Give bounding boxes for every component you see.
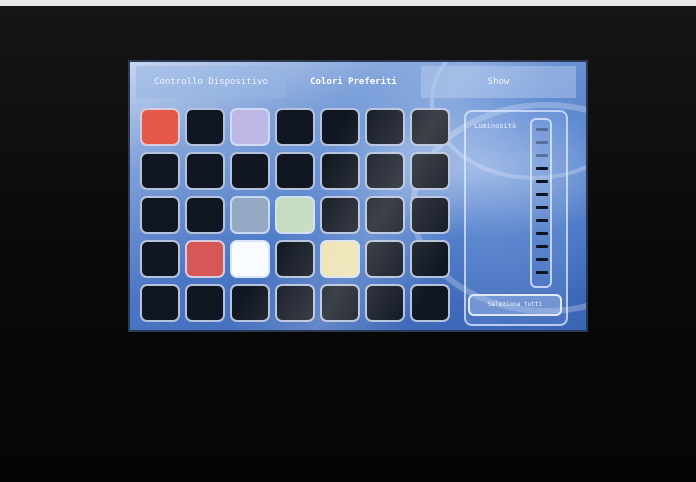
slider-tick: [536, 232, 548, 235]
slider-tick: [536, 154, 548, 157]
color-swatch[interactable]: [275, 152, 315, 190]
touch-screen: Controllo Dispositivo Colori Preferiti S…: [128, 60, 588, 332]
color-swatch[interactable]: [365, 152, 405, 190]
color-swatch[interactable]: [230, 284, 270, 322]
color-swatch[interactable]: [185, 152, 225, 190]
color-swatch[interactable]: [230, 196, 270, 234]
color-swatch[interactable]: [275, 240, 315, 278]
color-swatch[interactable]: [185, 240, 225, 278]
brightness-panel: Luminosità Seleziona tutti: [464, 110, 568, 326]
slider-tick: [536, 141, 548, 144]
color-swatch[interactable]: [140, 196, 180, 234]
slider-tick: [536, 271, 548, 274]
color-swatch[interactable]: [230, 152, 270, 190]
color-swatch[interactable]: [410, 108, 450, 146]
color-swatch[interactable]: [185, 108, 225, 146]
color-swatch[interactable]: [320, 284, 360, 322]
brightness-slider[interactable]: [530, 118, 552, 288]
color-swatch[interactable]: [230, 240, 270, 278]
slider-tick: [536, 245, 548, 248]
tab-show[interactable]: Show: [421, 66, 576, 98]
color-swatch-grid: [140, 108, 460, 328]
bezel-top-edge: [0, 0, 696, 6]
color-swatch[interactable]: [275, 196, 315, 234]
color-swatch[interactable]: [140, 152, 180, 190]
color-swatch[interactable]: [410, 284, 450, 322]
tab-controllo-dispositivo[interactable]: Controllo Dispositivo: [136, 66, 286, 98]
color-swatch[interactable]: [410, 152, 450, 190]
color-swatch[interactable]: [185, 284, 225, 322]
color-swatch[interactable]: [275, 108, 315, 146]
slider-tick: [536, 128, 548, 131]
color-swatch[interactable]: [140, 284, 180, 322]
color-swatch[interactable]: [185, 196, 225, 234]
slider-tick: [536, 167, 548, 170]
tab-bar: Controllo Dispositivo Colori Preferiti S…: [136, 66, 576, 98]
color-swatch[interactable]: [275, 284, 315, 322]
tab-colori-preferiti[interactable]: Colori Preferiti: [286, 66, 421, 98]
select-all-button[interactable]: Seleziona tutti: [468, 294, 562, 316]
color-swatch[interactable]: [140, 240, 180, 278]
slider-tick: [536, 193, 548, 196]
color-swatch[interactable]: [365, 284, 405, 322]
color-swatch[interactable]: [320, 108, 360, 146]
color-swatch[interactable]: [140, 108, 180, 146]
brightness-label: Luminosità: [474, 122, 517, 130]
slider-tick: [536, 258, 548, 261]
color-swatch[interactable]: [320, 152, 360, 190]
color-swatch[interactable]: [365, 108, 405, 146]
color-swatch[interactable]: [230, 108, 270, 146]
color-swatch[interactable]: [320, 196, 360, 234]
color-swatch[interactable]: [320, 240, 360, 278]
color-swatch[interactable]: [365, 240, 405, 278]
color-swatch[interactable]: [365, 196, 405, 234]
slider-tick: [536, 219, 548, 222]
slider-tick: [536, 206, 548, 209]
color-swatch[interactable]: [410, 240, 450, 278]
color-swatch[interactable]: [410, 196, 450, 234]
slider-tick: [536, 180, 548, 183]
